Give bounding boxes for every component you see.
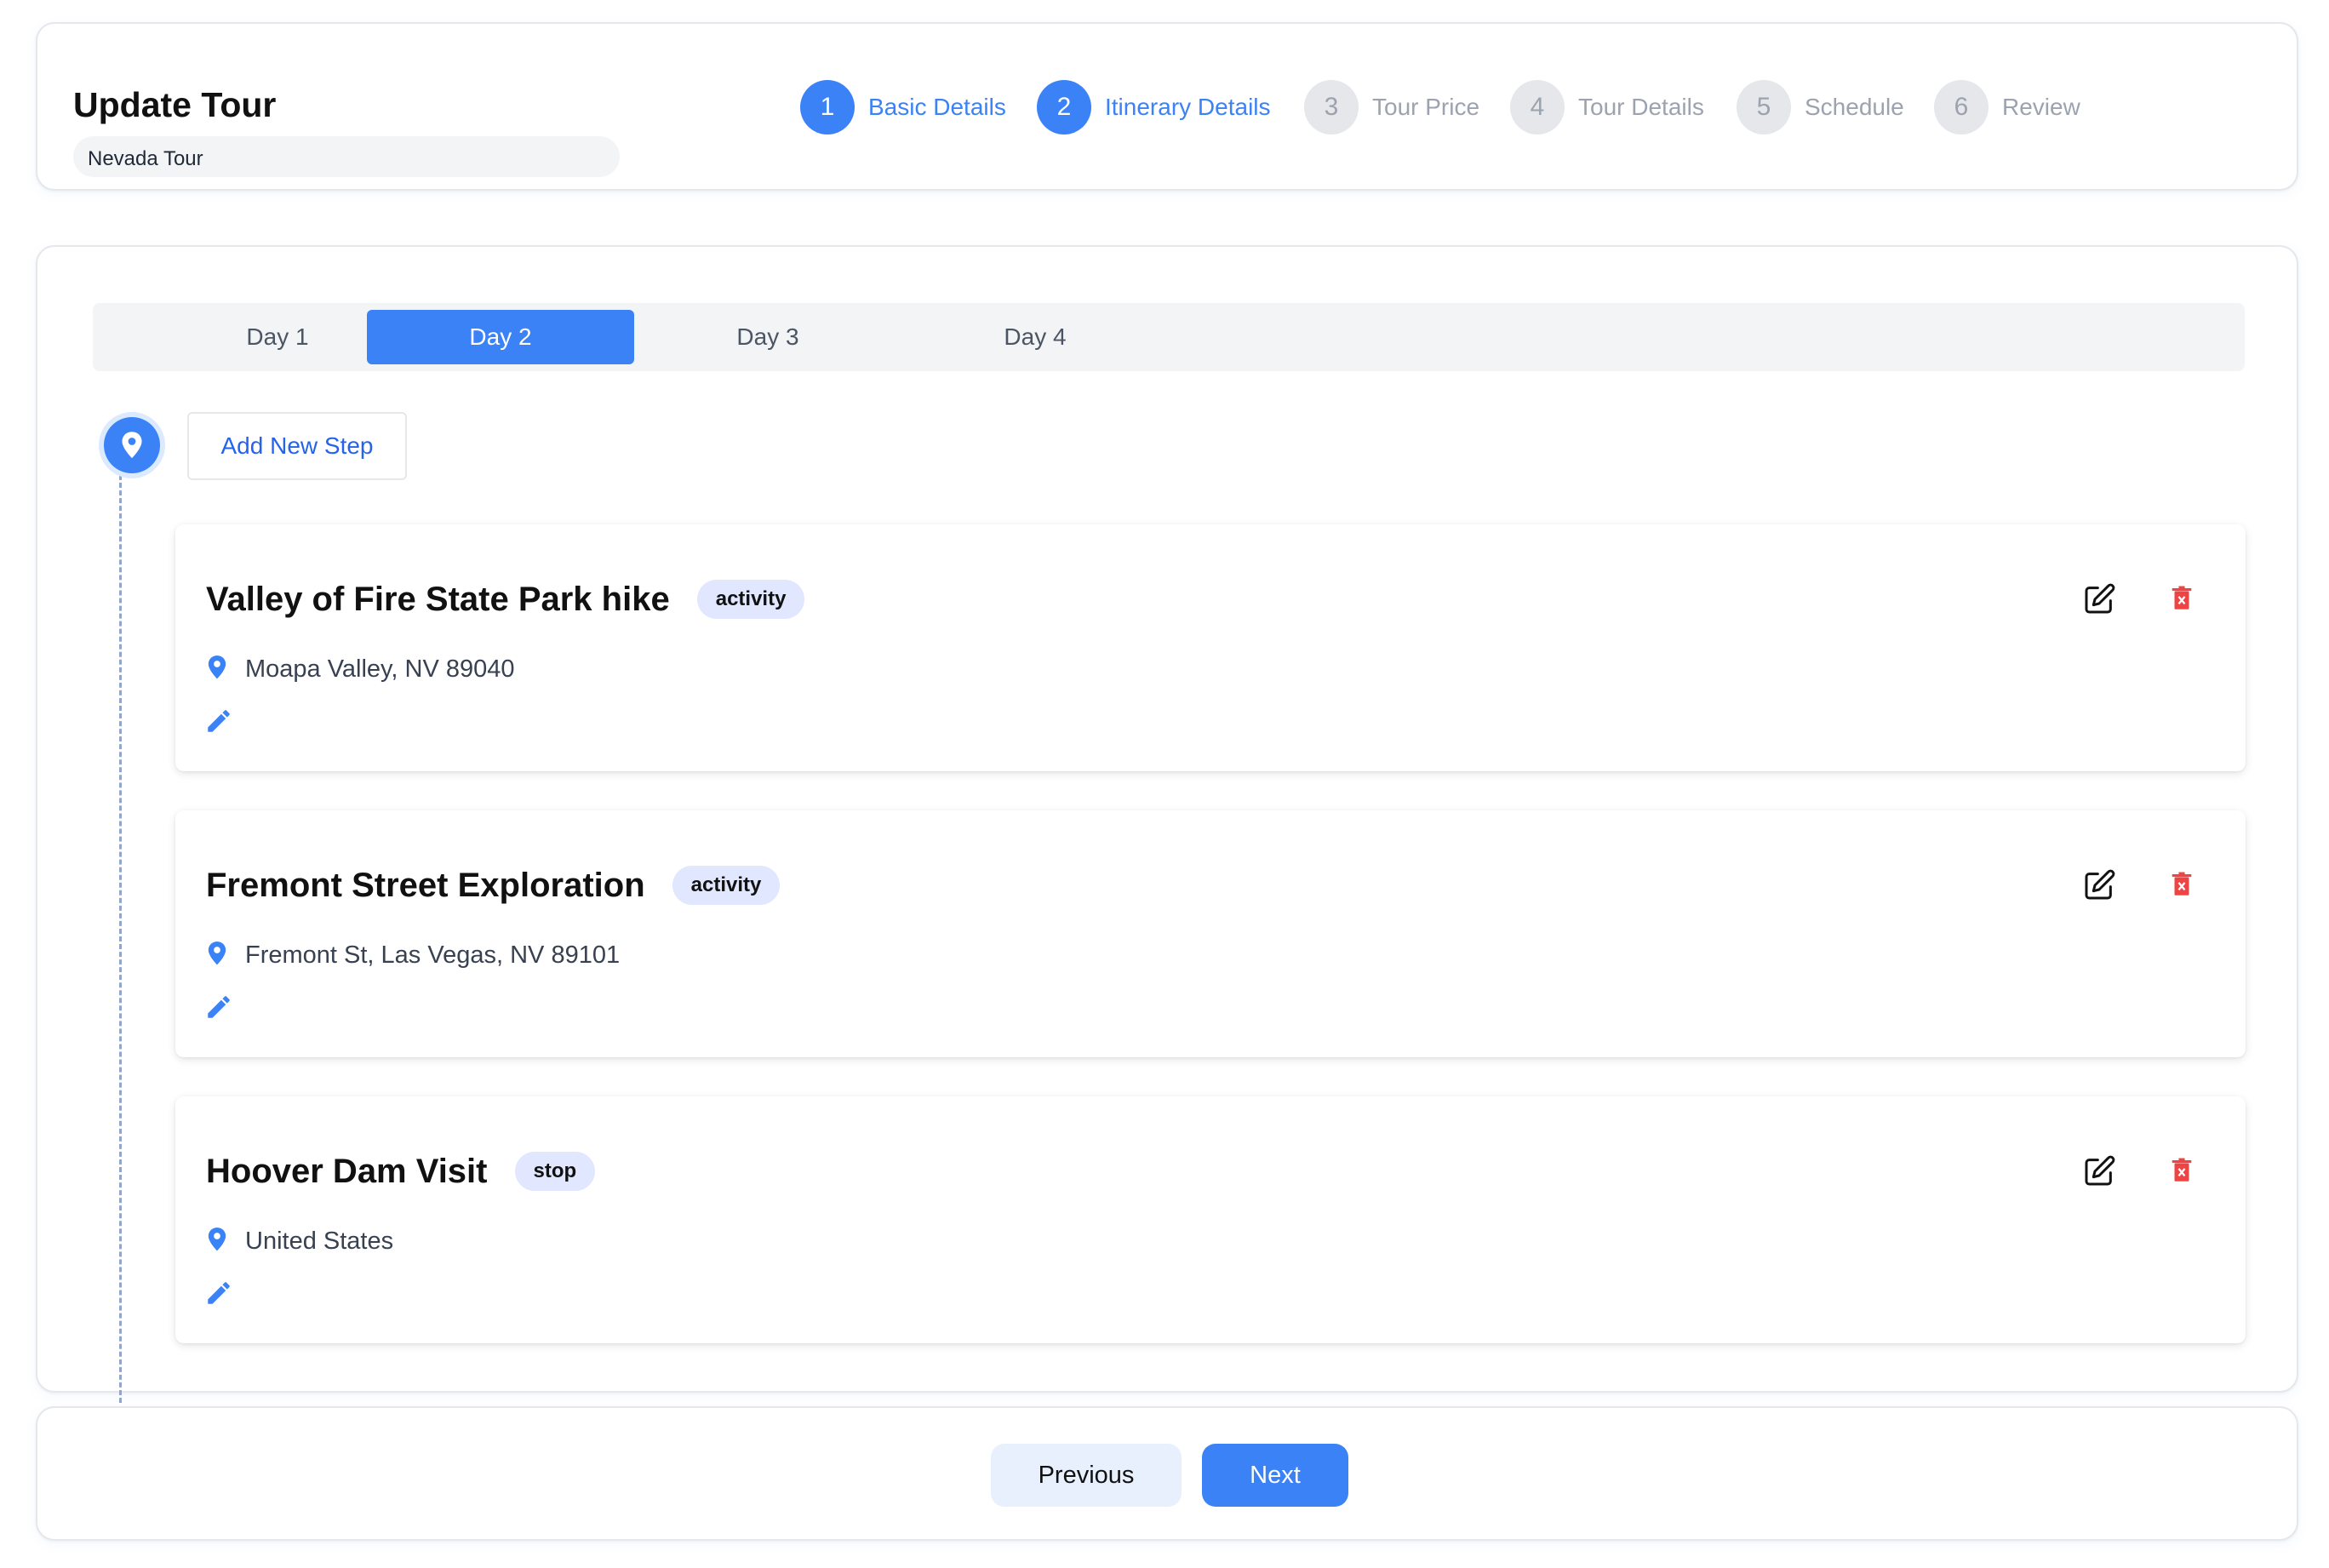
map-pin-icon — [206, 655, 228, 684]
day-tabs: Day 1 Day 2 Day 3 Day 4 — [93, 303, 2245, 371]
step-location: United States — [245, 1227, 394, 1255]
step-number: 1 — [800, 80, 855, 134]
tab-day-2[interactable]: Day 2 — [367, 310, 634, 364]
step-label: Tour Details — [1578, 94, 1704, 120]
step-type-badge: stop — [514, 1152, 596, 1191]
step-number: 5 — [1737, 80, 1791, 134]
edit-icon[interactable] — [2082, 582, 2116, 616]
step-label: Itinerary Details — [1105, 94, 1271, 120]
itinerary-step-card: Valley of Fire State Park hike activity … — [175, 524, 2246, 771]
itinerary-card: Day 1 Day 2 Day 3 Day 4 Add New Step Val… — [36, 245, 2298, 1403]
step-title: Valley of Fire State Park hike — [206, 580, 670, 618]
timeline-line — [119, 475, 122, 1403]
edit-icon[interactable] — [2082, 1154, 2116, 1188]
pencil-icon[interactable] — [204, 993, 233, 1021]
step-number: 3 — [1304, 80, 1359, 134]
step-type-badge: activity — [696, 580, 805, 619]
tour-name-pill: Nevada Tour — [73, 136, 620, 177]
map-pin-icon — [206, 1227, 228, 1256]
step-label: Schedule — [1805, 94, 1904, 120]
step-number: 6 — [1934, 80, 1989, 134]
itinerary-step-card: Hoover Dam Visit stop United States — [175, 1096, 2246, 1343]
footer-card: Previous Next — [36, 1406, 2298, 1541]
step-number: 4 — [1510, 80, 1565, 134]
pencil-icon[interactable] — [204, 707, 233, 735]
stepper-step-tour-details[interactable]: 4 Tour Details — [1510, 80, 1704, 134]
map-pin-icon — [104, 417, 160, 473]
stepper-step-itinerary-details[interactable]: 2 Itinerary Details — [1037, 80, 1271, 134]
trash-icon[interactable] — [2167, 1156, 2196, 1185]
itinerary-step-card: Fremont Street Exploration activity Frem… — [175, 810, 2246, 1057]
step-label: Tour Price — [1372, 94, 1480, 120]
previous-button[interactable]: Previous — [991, 1444, 1182, 1507]
stepper-step-basic-details[interactable]: 1 Basic Details — [800, 80, 1006, 134]
step-location: Fremont St, Las Vegas, NV 89101 — [245, 941, 621, 969]
step-label: Basic Details — [868, 94, 1006, 120]
step-title: Fremont Street Exploration — [206, 866, 645, 904]
trash-icon[interactable] — [2167, 870, 2196, 899]
step-label: Review — [2002, 94, 2080, 120]
stepper-step-schedule[interactable]: 5 Schedule — [1737, 80, 1904, 134]
map-pin-icon — [206, 941, 228, 970]
step-title: Hoover Dam Visit — [206, 1152, 488, 1190]
next-button[interactable]: Next — [1202, 1444, 1348, 1507]
pencil-icon[interactable] — [204, 1279, 233, 1308]
tab-day-4[interactable]: Day 4 — [901, 310, 1169, 364]
add-new-step-button[interactable]: Add New Step — [187, 412, 407, 480]
step-number: 2 — [1037, 80, 1091, 134]
stepper-step-review[interactable]: 6 Review — [1934, 80, 2080, 134]
page-title: Update Tour — [73, 85, 277, 124]
header-card: Update Tour Nevada Tour 1 Basic Details … — [36, 22, 2298, 191]
step-type-badge: activity — [672, 866, 781, 905]
step-location: Moapa Valley, NV 89040 — [245, 655, 515, 683]
trash-icon[interactable] — [2167, 584, 2196, 613]
edit-icon[interactable] — [2082, 868, 2116, 902]
stepper-step-tour-price[interactable]: 3 Tour Price — [1304, 80, 1479, 134]
tab-day-3[interactable]: Day 3 — [634, 310, 901, 364]
